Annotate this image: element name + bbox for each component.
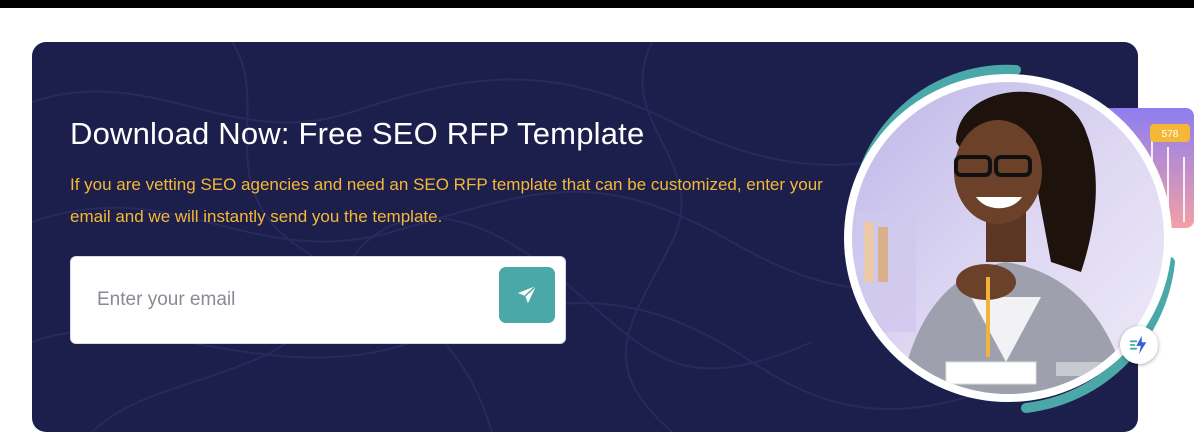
send-button[interactable] xyxy=(499,267,555,323)
lightning-badge xyxy=(1120,326,1158,364)
banner-title: Download Now: Free SEO RFP Template xyxy=(70,116,645,151)
top-bar xyxy=(0,0,1194,8)
paper-plane-icon xyxy=(517,285,537,304)
chart-badge-value: 578 xyxy=(1162,129,1179,140)
email-form xyxy=(70,256,566,344)
banner-description: If you are vetting SEO agencies and need… xyxy=(70,175,823,226)
hero-photo-illustration: 578 xyxy=(844,64,1194,413)
email-input[interactable] xyxy=(95,279,479,321)
lightning-bolt-icon xyxy=(1129,335,1147,355)
